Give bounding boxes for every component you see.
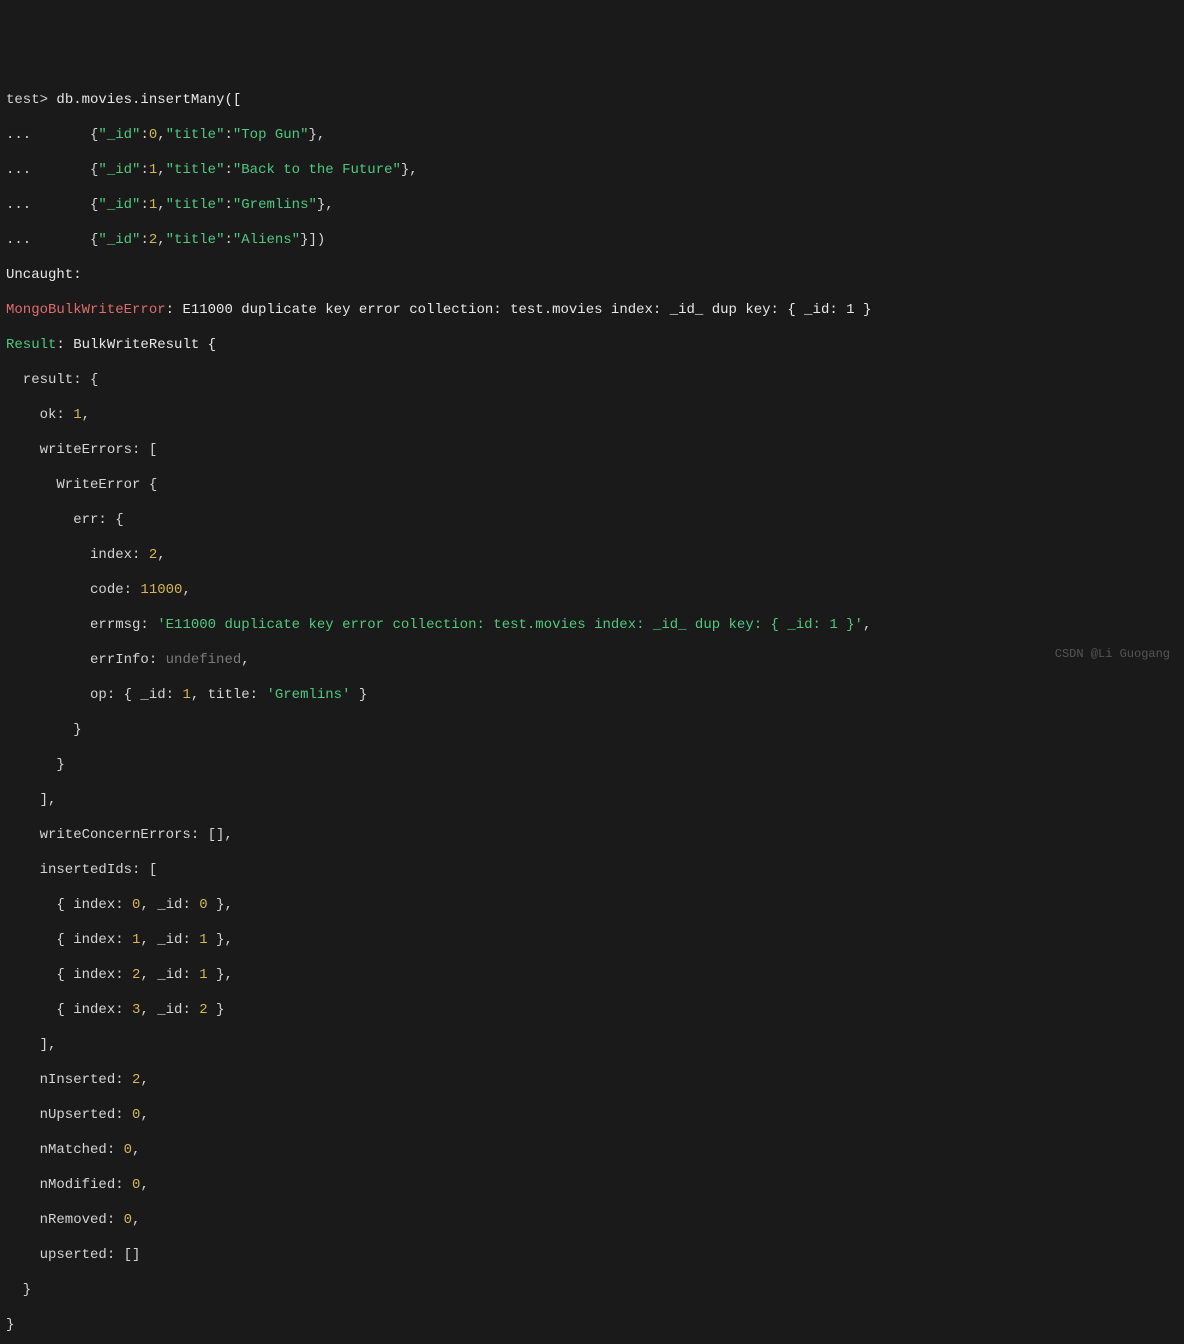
json-key: "title": [166, 127, 225, 143]
continuation: ...: [6, 162, 90, 178]
output-line: result: {: [6, 372, 1178, 390]
watermark: CSDN @Li Guogang: [1055, 647, 1170, 662]
prompt: test>: [6, 92, 48, 108]
error-message: : E11000 duplicate key error collection:…: [166, 302, 872, 318]
result-type: : BulkWriteResult {: [56, 337, 216, 353]
uncaught-label: Uncaught:: [6, 267, 82, 283]
continuation: ...: [6, 127, 90, 143]
terminal-output[interactable]: test> db.movies.insertMany([ ... {"_id":…: [6, 74, 1178, 1344]
command-text: db.movies.insertMany([: [48, 92, 241, 108]
error-name: MongoBulkWriteError: [6, 302, 166, 318]
json-key: "_id": [98, 127, 140, 143]
json-number: 0: [149, 127, 157, 143]
continuation: ...: [6, 197, 90, 213]
brace-close: },: [309, 127, 326, 143]
continuation: ...: [6, 232, 90, 248]
json-string: "Top Gun": [233, 127, 309, 143]
result-label: Result: [6, 337, 56, 353]
